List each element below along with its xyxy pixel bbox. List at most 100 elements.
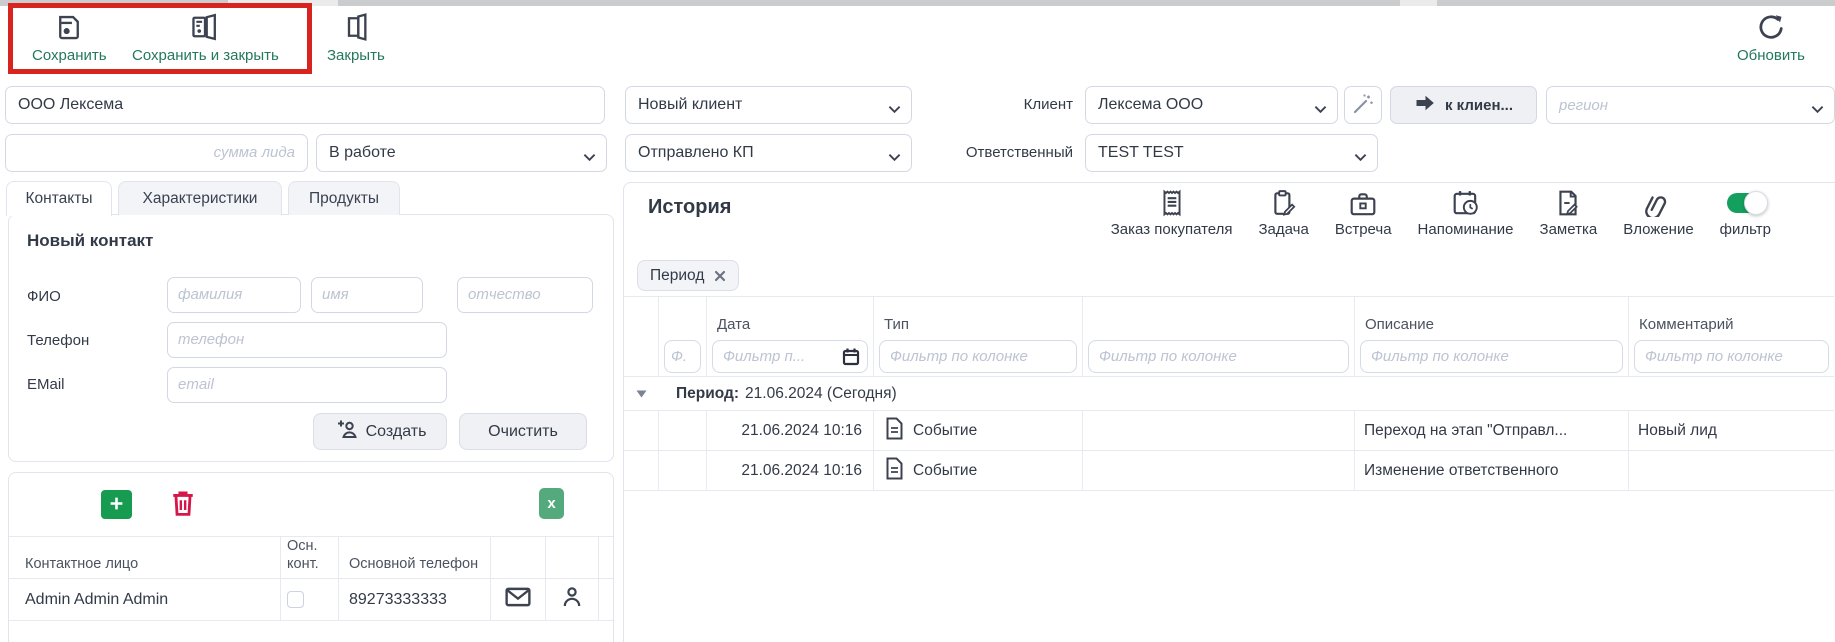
- close-button-label: Закрыть: [327, 47, 385, 64]
- export-excel-button[interactable]: x: [539, 488, 564, 519]
- go-to-client-button[interactable]: к клиен...: [1390, 86, 1537, 124]
- firstname-input[interactable]: [311, 277, 423, 313]
- event-document-icon: [885, 417, 904, 445]
- header-contact-person: Контактное лицо: [9, 537, 281, 578]
- row-type-label: Событие: [913, 422, 977, 440]
- tab-characteristics[interactable]: Характеристики: [118, 181, 282, 215]
- save-button[interactable]: Сохранить: [32, 12, 107, 64]
- lead-sum-input[interactable]: [5, 134, 308, 172]
- history-grid: Дата Тип Описание Комментарий: [624, 296, 1834, 491]
- description-filter-input[interactable]: [1360, 340, 1623, 373]
- clear-contact-label: Очистить: [488, 423, 558, 441]
- envelope-icon[interactable]: [505, 587, 531, 612]
- tab-products[interactable]: Продукты: [288, 181, 400, 215]
- briefcase-icon: [1349, 186, 1377, 217]
- new-contact-panel: Новый контакт ФИО Телефон EMail Создать …: [8, 214, 614, 462]
- filter-toggle-switch[interactable]: [1727, 193, 1764, 213]
- history-row[interactable]: 21.06.2024 10:16 Событие Переход на этап…: [624, 411, 1834, 451]
- filter-flag-cell: [659, 337, 707, 376]
- chip-close-icon[interactable]: [714, 270, 726, 282]
- row-comment: [1629, 451, 1834, 490]
- comment-filter-input[interactable]: [1634, 340, 1829, 373]
- history-grid-filter-row: [624, 337, 1834, 377]
- excel-x-icon: x: [547, 495, 555, 512]
- page-pencil-icon: [1555, 186, 1581, 217]
- client-select[interactable]: Лексема ООО: [1085, 86, 1338, 124]
- history-group-row[interactable]: Период:21.06.2024 (Сегодня): [624, 377, 1834, 411]
- row-unnamed: [1083, 411, 1355, 450]
- column-filter-input[interactable]: [1088, 340, 1349, 373]
- history-filter-toggle[interactable]: фильтр: [1720, 193, 1771, 238]
- fio-label: ФИО: [27, 288, 61, 305]
- flag-filter-input[interactable]: [664, 340, 701, 373]
- group-text: Период:21.06.2024 (Сегодня): [659, 385, 897, 403]
- save-and-close-button[interactable]: Сохранить и закрыть: [132, 12, 279, 64]
- patronymic-input[interactable]: [457, 277, 593, 313]
- magic-wand-button[interactable]: [1344, 86, 1382, 124]
- close-button[interactable]: Закрыть: [327, 12, 385, 64]
- date-filter-input[interactable]: [712, 340, 868, 373]
- filter-type-cell: [874, 337, 1083, 376]
- period-filter-chip[interactable]: Период: [637, 260, 739, 291]
- go-to-client-label: к клиен...: [1445, 97, 1513, 114]
- history-title: История: [648, 196, 731, 219]
- header-unnamed: [1083, 297, 1355, 337]
- history-actions: Заказ покупателя Задача Встреча Напомина…: [1111, 186, 1771, 238]
- filter-description-cell: [1355, 337, 1629, 376]
- phone-label: Телефон: [27, 332, 89, 349]
- create-contact-button[interactable]: Создать: [313, 413, 447, 450]
- contact-phone-cell: 89273333333: [339, 579, 491, 620]
- client-status-select[interactable]: Новый клиент: [625, 86, 912, 124]
- person-icon[interactable]: [562, 586, 582, 613]
- save-and-close-button-label: Сохранить и закрыть: [132, 47, 279, 64]
- responsible-label: Ответственный: [945, 144, 1073, 161]
- row-description: Переход на этап "Отправл...: [1355, 411, 1629, 450]
- history-grid-header: Дата Тип Описание Комментарий: [624, 297, 1834, 337]
- region-select[interactable]: регион: [1546, 86, 1835, 124]
- responsible-select[interactable]: TEST TEST: [1085, 134, 1378, 172]
- row-description: Изменение ответственного: [1355, 451, 1629, 490]
- history-row[interactable]: 21.06.2024 10:16 Событие Изменение ответ…: [624, 451, 1834, 491]
- action-note[interactable]: Заметка: [1540, 186, 1598, 238]
- action-label: Задача: [1259, 221, 1309, 238]
- stage-select[interactable]: В работе: [316, 134, 607, 172]
- history-panel: История Заказ покупателя Задача Встреча: [623, 182, 1835, 642]
- contact-row[interactable]: Admin Admin Admin 89273333333: [9, 579, 613, 621]
- action-attachment[interactable]: Вложение: [1623, 186, 1693, 238]
- chevron-down-icon: [888, 101, 901, 119]
- tab-characteristics-label: Характеристики: [143, 190, 258, 208]
- new-contact-title: Новый контакт: [27, 231, 153, 251]
- client-status-value: Новый клиент: [638, 96, 742, 114]
- filter-unnamed-cell: [1083, 337, 1355, 376]
- header-main-phone: Основной телефон: [339, 537, 491, 578]
- delete-contact-button[interactable]: [166, 487, 200, 521]
- contact-main-cell: [281, 579, 339, 620]
- add-contact-button[interactable]: [101, 490, 132, 519]
- collapse-triangle-icon[interactable]: [624, 390, 659, 398]
- refresh-button[interactable]: Обновить: [1737, 12, 1805, 64]
- lead-name-input[interactable]: [5, 86, 605, 124]
- action-customer-order[interactable]: Заказ покупателя: [1111, 186, 1233, 238]
- header-expand-column: [624, 297, 659, 337]
- tab-contacts[interactable]: Контакты: [6, 181, 112, 216]
- save-and-close-icon: [190, 12, 220, 42]
- clear-contact-button[interactable]: Очистить: [459, 413, 587, 450]
- action-reminder[interactable]: Напоминание: [1418, 186, 1514, 238]
- browser-edge-strip: [0, 0, 1835, 6]
- main-contact-checkbox[interactable]: [287, 591, 304, 608]
- email-input[interactable]: [167, 367, 447, 403]
- filter-expand-cell: [624, 337, 659, 376]
- filter-comment-cell: [1629, 337, 1834, 376]
- plus-icon: [109, 496, 124, 514]
- action-task[interactable]: Задача: [1259, 186, 1309, 238]
- contacts-grid-toolbar: x: [9, 473, 613, 537]
- contact-person-cell: Admin Admin Admin: [9, 579, 281, 620]
- chevron-down-icon: [1354, 149, 1367, 167]
- type-filter-input[interactable]: [879, 340, 1077, 373]
- chip-label: Период: [650, 267, 704, 285]
- kp-stage-select[interactable]: Отправлено КП: [625, 134, 912, 172]
- phone-input[interactable]: [167, 322, 447, 358]
- group-value: 21.06.2024 (Сегодня): [745, 385, 897, 402]
- action-meeting[interactable]: Встреча: [1335, 186, 1392, 238]
- surname-input[interactable]: [167, 277, 301, 313]
